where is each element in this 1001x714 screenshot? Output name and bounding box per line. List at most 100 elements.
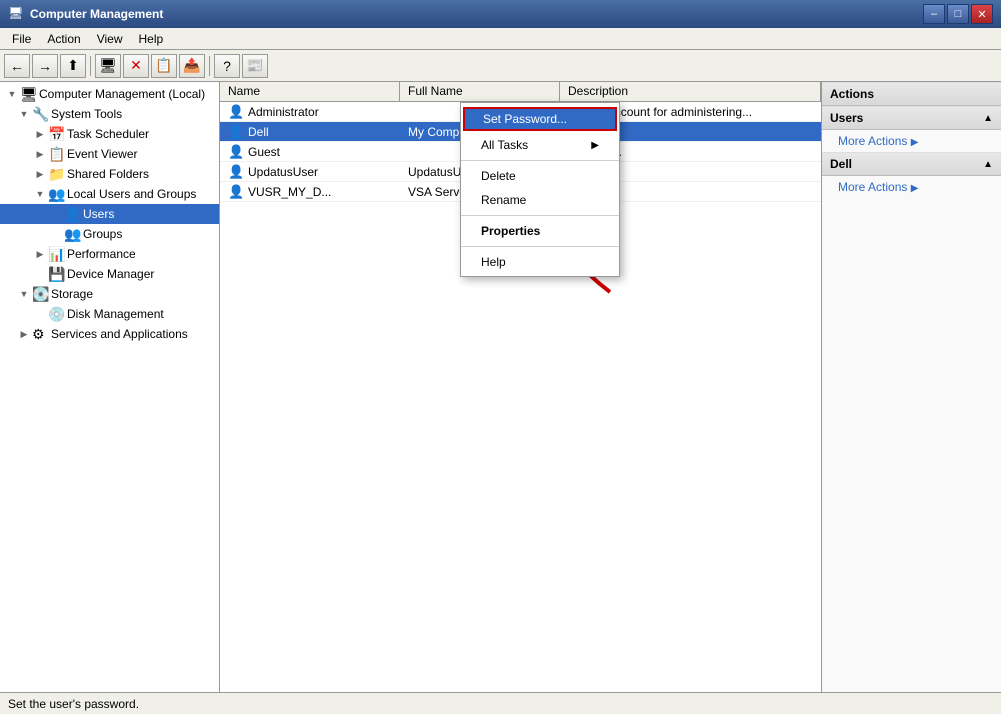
expander-computer-management[interactable]: ▼ <box>4 86 20 102</box>
window-title: Computer Management <box>30 7 923 21</box>
tree-item-disk-management[interactable]: 💿 Disk Management <box>0 304 219 324</box>
tree-item-performance[interactable]: ▶ 📊 Performance <box>0 244 219 264</box>
shared-folders-icon: 📁 <box>48 166 64 182</box>
tree-item-services[interactable]: ▶ ⚙ Services and Applications <box>0 324 219 344</box>
tree-item-computer-management[interactable]: ▼ 🖥 Computer Management (Local) <box>0 84 219 104</box>
actions-dell-label: Dell <box>830 157 852 171</box>
ctx-set-password[interactable]: Set Password... <box>463 107 617 131</box>
tree-label-performance: Performance <box>67 247 136 261</box>
dell-name: Dell <box>248 125 269 139</box>
close-button[interactable]: ✕ <box>971 4 993 24</box>
info-button[interactable]: 📰 <box>242 54 268 78</box>
back-button[interactable]: ← <box>4 54 30 78</box>
show-hide-button[interactable]: 🖥 <box>95 54 121 78</box>
menu-view[interactable]: View <box>89 30 131 48</box>
ctx-rename-label: Rename <box>481 193 526 207</box>
tree-item-event-viewer[interactable]: ▶ 📋 Event Viewer <box>0 144 219 164</box>
administrator-name: Administrator <box>248 105 319 119</box>
expander-device-manager <box>32 266 48 282</box>
expander-event-viewer[interactable]: ▶ <box>32 146 48 162</box>
tree-item-system-tools[interactable]: ▼ 🔧 System Tools <box>0 104 219 124</box>
ctx-separator-3 <box>461 246 619 247</box>
tree-item-storage[interactable]: ▼ 💽 Storage <box>0 284 219 304</box>
device-manager-icon: 💾 <box>48 266 64 282</box>
ctx-properties[interactable]: Properties <box>461 219 619 243</box>
minimize-button[interactable]: – <box>923 4 945 24</box>
expander-users <box>48 206 64 222</box>
actions-users-chevron: ▲ <box>983 113 993 124</box>
ctx-separator-2 <box>461 215 619 216</box>
tree-label-shared-folders: Shared Folders <box>67 167 149 181</box>
menu-action[interactable]: Action <box>39 30 88 48</box>
col-header-description[interactable]: Description <box>560 82 821 101</box>
local-users-icon: 👥 <box>48 186 64 202</box>
ctx-all-tasks[interactable]: All Tasks ▶ <box>461 133 619 157</box>
event-viewer-icon: 📋 <box>48 146 64 162</box>
administrator-icon: 👤 <box>228 104 244 120</box>
properties-button[interactable]: 📋 <box>151 54 177 78</box>
window-controls: – □ ✕ <box>923 4 993 24</box>
forward-button[interactable]: → <box>32 54 58 78</box>
tree-item-local-users[interactable]: ▼ 👥 Local Users and Groups <box>0 184 219 204</box>
col-header-name[interactable]: Name <box>220 82 400 101</box>
tree-item-users[interactable]: 👤 Users <box>0 204 219 224</box>
ctx-delete[interactable]: Delete <box>461 164 619 188</box>
actions-section-dell[interactable]: Dell ▲ <box>822 152 1001 176</box>
export-button[interactable]: 📤 <box>179 54 205 78</box>
users-icon: 👤 <box>64 206 80 222</box>
ctx-all-tasks-arrow: ▶ <box>591 140 599 151</box>
expander-groups <box>48 226 64 242</box>
actions-more-users-arrow: ▶ <box>911 137 919 148</box>
tree-label-device-manager: Device Manager <box>67 267 154 281</box>
ctx-delete-label: Delete <box>481 169 516 183</box>
menu-file[interactable]: File <box>4 30 39 48</box>
actions-more-users[interactable]: More Actions ▶ <box>822 130 1001 152</box>
expander-performance[interactable]: ▶ <box>32 246 48 262</box>
help-button[interactable]: ? <box>214 54 240 78</box>
guest-icon: 👤 <box>228 144 244 160</box>
tree-label-users: Users <box>83 207 114 221</box>
expander-storage[interactable]: ▼ <box>16 286 32 302</box>
ctx-set-password-label: Set Password... <box>483 112 567 126</box>
tree-label-event-viewer: Event Viewer <box>67 147 137 161</box>
performance-icon: 📊 <box>48 246 64 262</box>
expander-disk-management <box>32 306 48 322</box>
status-text: Set the user's password. <box>8 697 139 711</box>
menu-bar: File Action View Help <box>0 28 1001 50</box>
tree-item-groups[interactable]: 👥 Groups <box>0 224 219 244</box>
guest-name: Guest <box>248 145 280 159</box>
toolbar-separator-1 <box>90 56 91 76</box>
updatususer-icon: 👤 <box>228 164 244 180</box>
delete-button[interactable]: ✕ <box>123 54 149 78</box>
col-header-fullname[interactable]: Full Name <box>400 82 560 101</box>
tree-item-shared-folders[interactable]: ▶ 📁 Shared Folders <box>0 164 219 184</box>
services-icon: ⚙ <box>32 326 48 342</box>
expander-task-scheduler[interactable]: ▶ <box>32 126 48 142</box>
groups-icon: 👥 <box>64 226 80 242</box>
actions-dell-chevron: ▲ <box>983 159 993 170</box>
actions-panel-header: Actions <box>822 82 1001 106</box>
expander-local-users[interactable]: ▼ <box>32 186 48 202</box>
up-button[interactable]: ⬆ <box>60 54 86 78</box>
expander-shared-folders[interactable]: ▶ <box>32 166 48 182</box>
tree-item-device-manager[interactable]: 💾 Device Manager <box>0 264 219 284</box>
task-scheduler-icon: 📅 <box>48 126 64 142</box>
status-bar: Set the user's password. <box>0 692 1001 714</box>
tree-label-system-tools: System Tools <box>51 107 122 121</box>
ctx-help[interactable]: Help <box>461 250 619 274</box>
computer-management-icon: 🖥 <box>20 86 36 102</box>
tree-item-task-scheduler[interactable]: ▶ 📅 Task Scheduler <box>0 124 219 144</box>
toolbar-separator-2 <box>209 56 210 76</box>
ctx-properties-label: Properties <box>481 224 540 238</box>
window-icon: 🖥 <box>8 6 24 22</box>
actions-users-label: Users <box>830 111 863 125</box>
actions-section-users[interactable]: Users ▲ <box>822 106 1001 130</box>
actions-more-dell-arrow: ▶ <box>911 183 919 194</box>
actions-more-dell[interactable]: More Actions ▶ <box>822 176 1001 198</box>
expander-services[interactable]: ▶ <box>16 326 32 342</box>
main-container: ▼ 🖥 Computer Management (Local) ▼ 🔧 Syst… <box>0 82 1001 692</box>
menu-help[interactable]: Help <box>131 30 172 48</box>
expander-system-tools[interactable]: ▼ <box>16 106 32 122</box>
ctx-rename[interactable]: Rename <box>461 188 619 212</box>
maximize-button[interactable]: □ <box>947 4 969 24</box>
